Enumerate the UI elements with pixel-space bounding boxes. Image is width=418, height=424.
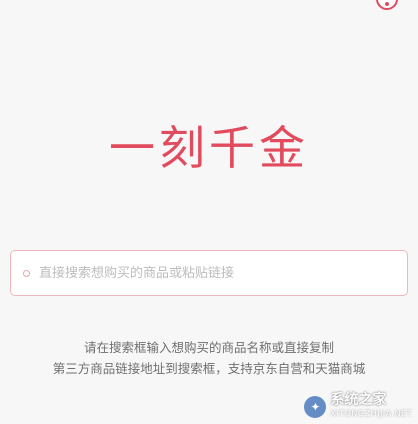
- watermark: ✦ 系统之家 XITONGZHIJIA.NET: [304, 392, 412, 420]
- help-dot: [385, 2, 389, 6]
- search-hint: 请在搜索框输入想购买的商品名称或直接复制 第三方商品链接地址到搜索框，支持京东自…: [0, 337, 418, 379]
- search-ring-icon: [23, 269, 30, 277]
- app-screen: 一刻千金 请在搜索框输入想购买的商品名称或直接复制 第三方商品链接地址到搜索框，…: [0, 0, 418, 424]
- app-logo: 一刻千金: [109, 121, 309, 175]
- watermark-subtitle: XITONGZHIJIA.NET: [330, 409, 412, 418]
- system-home-logo-icon: ✦: [304, 396, 327, 418]
- help-circle-icon[interactable]: [376, 0, 398, 10]
- search-input[interactable]: [39, 265, 379, 281]
- hint-line-2: 第三方商品链接地址到搜索框，支持京东自营和天猫商城: [52, 361, 366, 376]
- search-box[interactable]: [10, 250, 408, 296]
- watermark-title: 系统之家: [330, 392, 387, 408]
- hint-line-1: 请在搜索框输入想购买的商品名称或直接复制: [83, 340, 334, 355]
- watermark-text: 系统之家 XITONGZHIJIA.NET: [330, 392, 412, 420]
